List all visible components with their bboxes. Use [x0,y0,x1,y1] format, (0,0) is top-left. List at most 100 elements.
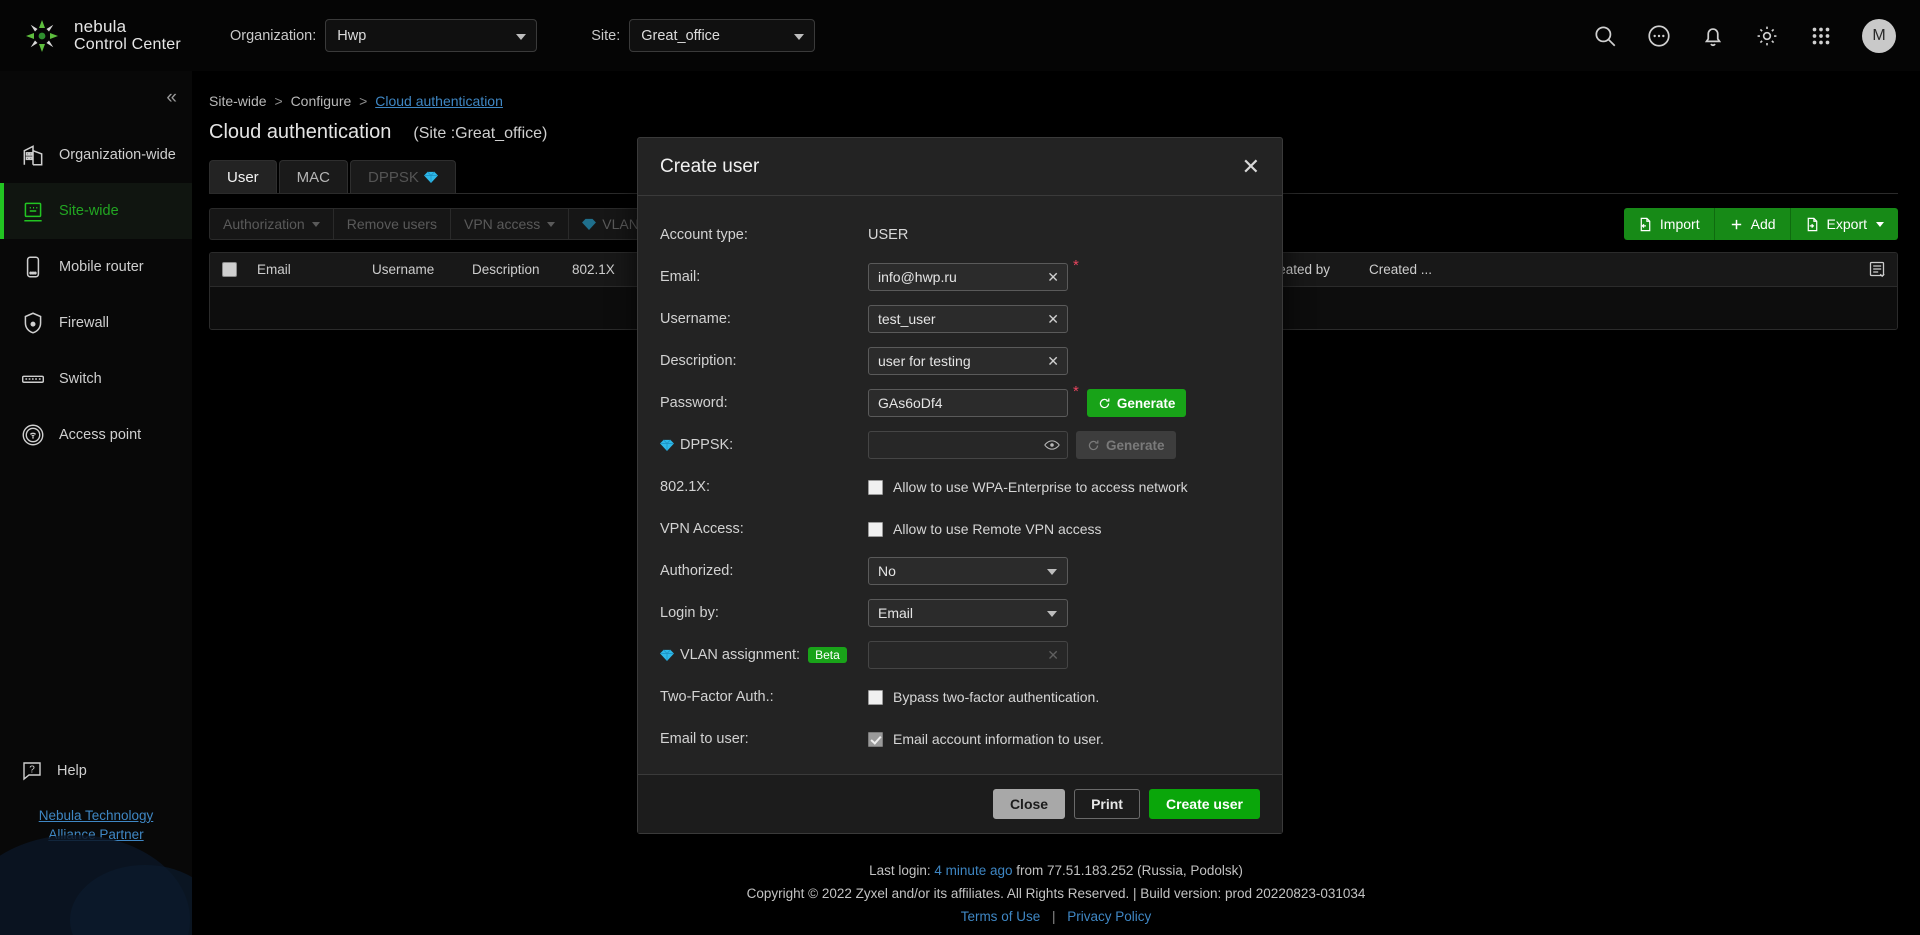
page-site-note: (Site :Great_office) [413,125,547,143]
brand-line-2: Control Center [74,36,181,54]
clear-icon[interactable]: ✕ [1047,354,1059,368]
dppsk-label: DPPSK: [660,437,868,453]
email-to-user-checkbox-row[interactable]: Email account information to user. [868,731,1104,747]
column-header-email[interactable]: Email [257,262,372,277]
required-indicator: * [1073,383,1079,400]
partner-link-line-1[interactable]: Nebula Technology [0,806,192,826]
username-field[interactable]: test_user ✕ [868,305,1068,333]
column-header-created-date[interactable]: Created ... [1369,262,1464,277]
dppsk-field [868,431,1068,459]
site-select[interactable]: Great_office [629,19,815,52]
tab-label: DPPSK [368,169,419,186]
tab-user[interactable]: User [209,160,277,193]
column-header-description[interactable]: Description [472,262,572,277]
field-row-email: Email: info@hwp.ru ✕ * [660,256,1260,298]
authorized-select[interactable]: No [868,557,1068,585]
vpn-checkbox[interactable] [868,522,883,537]
sidebar-item-site-wide[interactable]: Site-wide [0,183,192,239]
decorative-shape-2 [70,865,192,935]
mobile-router-icon [20,254,46,280]
export-icon [1805,217,1820,232]
toolbar-right-group: Import Add Export [1624,208,1898,240]
sidebar-item-switch[interactable]: Switch [0,351,192,407]
dot1x-checkbox-row[interactable]: Allow to use WPA-Enterprise to access ne… [868,479,1188,495]
terms-of-use-link[interactable]: Terms of Use [961,909,1041,924]
column-settings-icon[interactable] [1867,260,1887,280]
field-row-two-factor-auth: Two-Factor Auth.: Bypass two-factor auth… [660,676,1260,718]
generate-password-button[interactable]: Generate [1087,389,1187,417]
dppsk-label-text: DPPSK: [680,437,733,453]
more-icon[interactable] [1646,23,1672,49]
vpn-access-button: VPN access [450,208,568,240]
email-to-user-checkbox[interactable] [868,732,883,747]
sidebar-item-organization-wide[interactable]: Organization-wide [0,127,192,183]
avatar[interactable]: M [1862,19,1896,53]
twofa-checkbox-row[interactable]: Bypass two-factor authentication. [868,689,1099,705]
vlan-label: VLAN assignment: Beta [660,647,868,663]
field-row-account-type: Account type: USER [660,214,1260,256]
clear-icon[interactable]: ✕ [1047,270,1059,284]
dot1x-checkbox[interactable] [868,480,883,495]
last-login-line: Last login: 4 minute ago from 77.51.183.… [192,860,1920,883]
sidebar-item-label: Access point [59,427,141,443]
breadcrumb-item-cloud-authentication[interactable]: Cloud authentication [375,93,503,109]
sidebar-item-help[interactable]: ? Help [20,759,87,783]
brand[interactable]: nebula Control Center [22,16,212,56]
sidebar-item-label: Site-wide [59,203,119,219]
tab-mac[interactable]: MAC [279,160,348,193]
create-user-button[interactable]: Create user [1149,789,1260,819]
chevron-down-icon [794,34,804,40]
breadcrumb-separator: > [359,93,367,109]
import-button[interactable]: Import [1624,208,1715,240]
select-all-checkbox[interactable] [222,262,237,277]
bypass-2fa-checkbox[interactable] [868,690,883,705]
search-icon[interactable] [1592,23,1618,49]
close-icon[interactable]: ✕ [1242,156,1260,178]
export-button[interactable]: Export [1791,208,1898,240]
last-login-time[interactable]: 4 minute ago [934,863,1012,878]
login-by-select[interactable]: Email [868,599,1068,627]
breadcrumb: Site-wide > Configure > Cloud authentica… [209,93,1898,109]
remove-users-label: Remove users [347,216,437,232]
clear-icon[interactable]: ✕ [1047,312,1059,326]
password-field[interactable]: GAs6oDf4 [868,389,1068,417]
breadcrumb-item-configure[interactable]: Configure [291,93,352,109]
tab-label: User [227,169,259,186]
vpn-checkbox-row[interactable]: Allow to use Remote VPN access [868,521,1102,537]
sidebar: « Organization-wide Site-wide Mobile rou… [0,71,192,935]
eye-icon[interactable] [1044,439,1060,451]
chevron-down-icon [1047,569,1057,575]
svg-text:?: ? [29,765,35,776]
close-button[interactable]: Close [993,789,1065,819]
field-row-description: Description: user for testing ✕ [660,340,1260,382]
field-row-username: Username: test_user ✕ [660,298,1260,340]
field-row-vpn-access: VPN Access: Allow to use Remote VPN acce… [660,508,1260,550]
apps-grid-icon[interactable] [1808,23,1834,49]
sidebar-item-firewall[interactable]: Firewall [0,295,192,351]
breadcrumb-item-site-wide[interactable]: Site-wide [209,93,267,109]
print-button[interactable]: Print [1074,789,1140,819]
field-row-password: Password: GAs6oDf4 * Generate [660,382,1260,424]
organization-select[interactable]: Hwp [325,19,537,52]
sidebar-nav: Organization-wide Site-wide Mobile route… [0,127,192,463]
partner-link-line-2[interactable]: Alliance Partner [0,825,192,845]
gear-icon[interactable] [1754,23,1780,49]
bell-icon[interactable] [1700,23,1726,49]
privacy-policy-link[interactable]: Privacy Policy [1067,909,1151,924]
sidebar-item-mobile-router[interactable]: Mobile router [0,239,192,295]
gem-icon [582,218,596,231]
nebula-logo-icon [22,16,62,56]
username-label: Username: [660,311,868,327]
sidebar-item-access-point[interactable]: Access point [0,407,192,463]
sidebar-item-label: Mobile router [59,259,144,275]
authorized-label: Authorized: [660,563,868,579]
add-button[interactable]: Add [1715,208,1791,240]
sidebar-collapse-button[interactable]: « [166,88,174,107]
email-field[interactable]: info@hwp.ru ✕ [868,263,1068,291]
column-header-username[interactable]: Username [372,262,472,277]
description-field[interactable]: user for testing ✕ [868,347,1068,375]
gem-icon [660,649,674,662]
organization-value: Hwp [337,28,366,44]
required-indicator: * [1073,257,1079,274]
password-label: Password: [660,395,868,411]
